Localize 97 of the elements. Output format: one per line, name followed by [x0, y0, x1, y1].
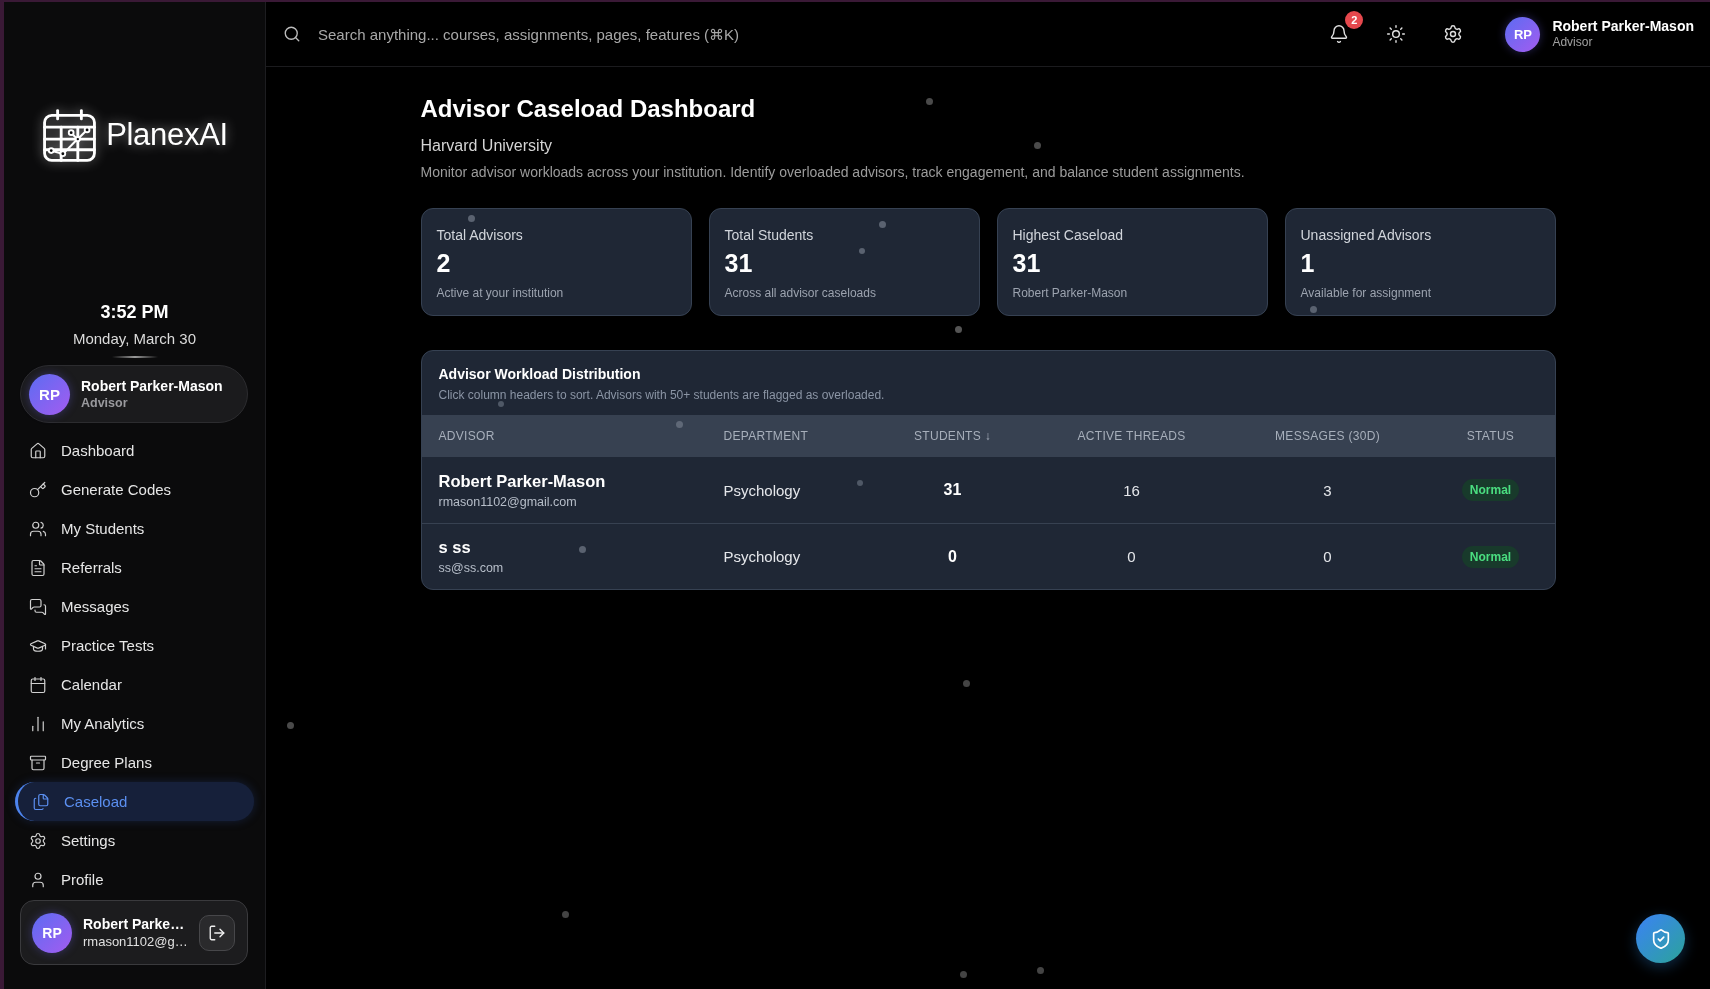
sidebar-item[interactable]: Generate Codes — [15, 470, 254, 509]
dot-icon — [675, 420, 683, 428]
clock-date: Monday, March 30 — [72, 329, 197, 349]
column-header[interactable]: STATUS — [1466, 429, 1515, 443]
column-header[interactable]: ADVISOR — [438, 429, 495, 443]
sidebar-item[interactable]: Dashboard — [15, 431, 254, 470]
dot-icon — [878, 220, 886, 228]
stat-value: 31 — [1012, 248, 1041, 278]
sun-icon — [1386, 24, 1407, 44]
sidebar-item[interactable]: Caseload — [15, 782, 254, 821]
sidebar-item[interactable]: Messages — [15, 587, 254, 626]
user-avatar[interactable]: RP — [1505, 16, 1541, 52]
archive-icon — [29, 753, 47, 772]
stat-label: Unassigned Advisors — [1300, 226, 1432, 244]
dot-icon — [925, 97, 933, 105]
panel-subtitle: Click column headers to sort. Advisors with 50+ students are flagged as overloaded. — [438, 387, 885, 403]
status-badge: Normal — [1461, 479, 1520, 501]
user-avatar: RP — [29, 373, 70, 415]
dot-icon — [1036, 966, 1044, 974]
advisor-name: s ss — [438, 537, 471, 557]
dot-icon — [1309, 305, 1317, 313]
page-title: Advisor Caseload Dashboard — [420, 94, 756, 124]
sidebar-item[interactable]: Referrals — [15, 548, 254, 587]
stat-value: 2 — [436, 248, 451, 278]
sidebar-item[interactable]: Degree Plans — [15, 743, 254, 782]
dot-icon — [286, 721, 294, 729]
sidebar-item[interactable]: My Analytics — [15, 704, 254, 743]
advisor-email: rmason1102@gmail.com — [438, 493, 577, 510]
search-icon — [283, 25, 301, 43]
sidebar-item[interactable]: Profile — [15, 860, 254, 899]
user-avatar: RP — [32, 912, 72, 953]
stat-note: Available for assignment — [1300, 285, 1432, 301]
user-role: Advisor — [1552, 35, 1593, 50]
logout-icon — [208, 923, 226, 942]
search-field[interactable]: Search anything... courses, assignments, pages, features (⌘K) — [316, 18, 1301, 50]
bell-icon — [1329, 24, 1350, 44]
sidebar-item[interactable]: Calendar — [15, 665, 254, 704]
page-description: Monitor advisor workloads across your institution. Identify overloaded advisors, track engagement, and balance student assignments. — [420, 163, 1245, 181]
column-header[interactable]: DEPARTMENT — [723, 429, 809, 443]
users-icon — [29, 519, 47, 538]
user-role: Advisor — [81, 394, 128, 411]
students-cell: 0 — [948, 547, 957, 566]
home-icon — [29, 441, 47, 460]
sidebar-item[interactable]: Practice Tests — [15, 626, 254, 665]
document-icon — [29, 558, 47, 577]
messages-cell: 3 — [1323, 481, 1332, 499]
user-icon — [29, 870, 47, 889]
panel-title: Advisor Workload Distribution — [438, 365, 641, 383]
logout-button[interactable] — [199, 914, 235, 951]
stat-note: Robert Parker-Mason — [1012, 285, 1128, 301]
calendar-icon — [29, 675, 47, 694]
department-cell: Psychology — [723, 481, 801, 499]
dot-icon — [1033, 141, 1041, 149]
advisor-name: Robert Parker-Mason — [438, 470, 606, 491]
dot-icon — [959, 970, 967, 978]
dot-icon — [954, 325, 962, 333]
threads-cell: 16 — [1123, 481, 1140, 499]
logo-icon — [41, 106, 99, 164]
dot-icon — [857, 480, 863, 486]
advisor-email: ss@ss.com — [438, 560, 504, 576]
user-name: Robert Parker-Mason — [81, 377, 223, 395]
settings-icon — [1443, 24, 1464, 44]
stat-value: 31 — [724, 248, 753, 278]
stat-note: Active at your institution — [436, 285, 564, 301]
institution-name: Harvard University — [420, 136, 553, 156]
sidebar-item[interactable]: My Students — [15, 509, 254, 548]
messages-cell: 0 — [1323, 548, 1332, 565]
key-icon — [29, 480, 47, 499]
logo-text: PlanexAI — [106, 117, 228, 153]
files-icon — [32, 792, 50, 811]
sidebar-item[interactable]: Settings — [15, 821, 254, 860]
column-header[interactable]: STUDENTS ↓ — [914, 429, 991, 443]
dot-icon — [962, 679, 970, 687]
dot-icon — [561, 910, 569, 918]
stat-label: Highest Caseload — [1012, 226, 1123, 244]
students-cell: 31 — [943, 481, 962, 499]
status-badge: Normal — [1461, 545, 1520, 568]
column-header[interactable]: MESSAGES (30D) — [1275, 429, 1380, 443]
stat-label: Total Advisors — [436, 226, 523, 244]
stat-note: Across all advisor caseloads — [724, 285, 876, 301]
dot-icon — [467, 214, 475, 222]
dot-icon — [578, 545, 586, 553]
clock-time: 3:52 PM — [100, 301, 169, 323]
bar-chart-icon — [29, 714, 47, 733]
department-cell: Psychology — [723, 548, 801, 565]
account-name: Robert Parke… — [83, 915, 185, 933]
stat-value: 1 — [1300, 248, 1315, 278]
column-header[interactable]: ACTIVE THREADS — [1077, 429, 1186, 443]
chat-bubbles-icon — [29, 597, 47, 616]
dot-icon — [859, 248, 865, 254]
stat-label: Total Students — [724, 226, 814, 244]
notification-count: 2 — [1345, 11, 1364, 29]
account-email: rmason1102@g… — [83, 933, 188, 950]
threads-cell: 0 — [1127, 548, 1136, 565]
settings-icon — [29, 831, 47, 850]
user-name: Robert Parker-Mason — [1552, 18, 1694, 35]
dot-icon — [498, 401, 504, 407]
